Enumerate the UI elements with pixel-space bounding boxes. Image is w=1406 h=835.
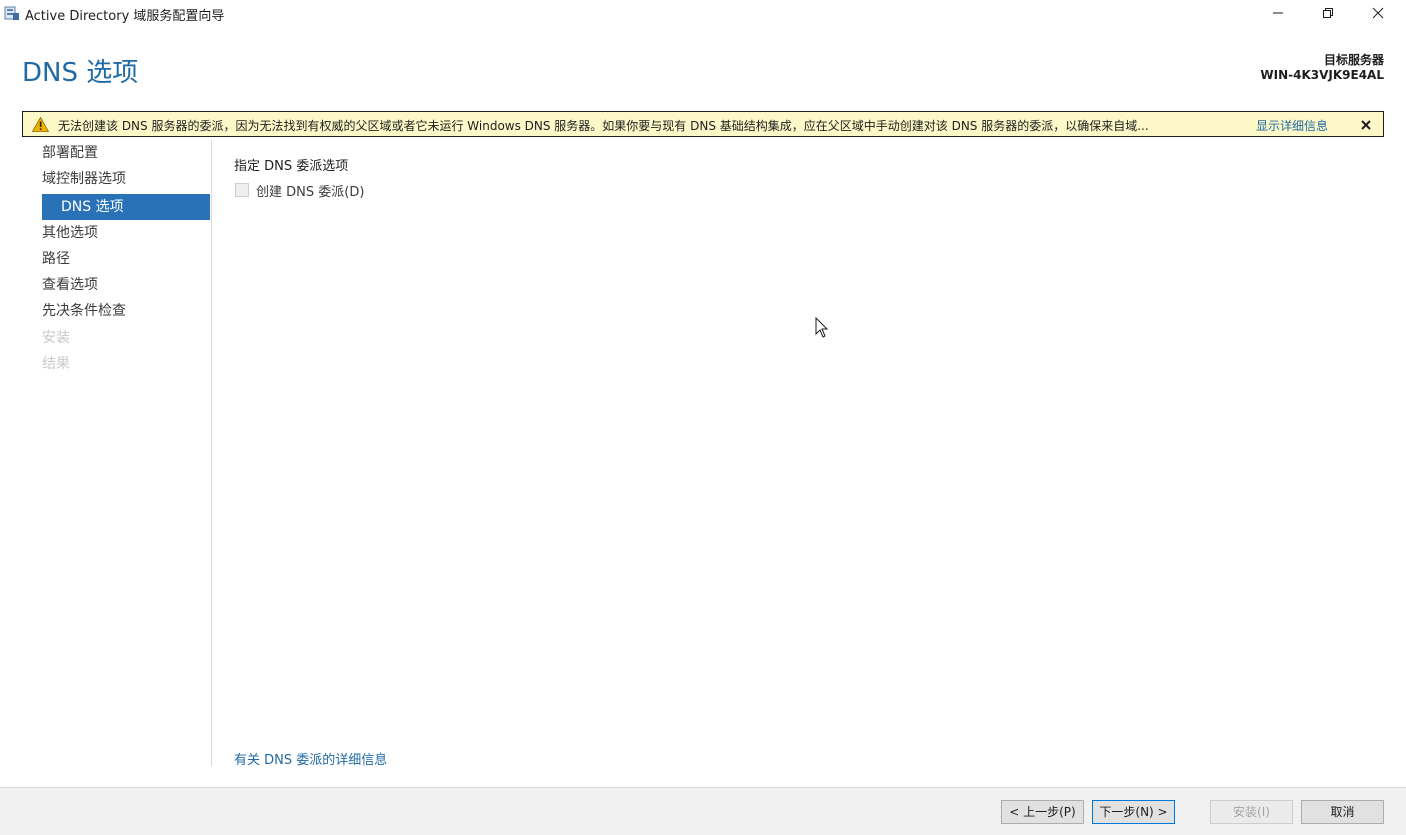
close-icon — [1372, 7, 1384, 19]
nav-item-prerequisites-check[interactable]: 先决条件检查 — [42, 298, 210, 324]
close-window-button[interactable] — [1354, 0, 1402, 26]
next-button[interactable]: 下一步(N) > — [1092, 800, 1175, 824]
dns-delegation-help-link[interactable]: 有关 DNS 委派的详细信息 — [234, 749, 387, 768]
dns-delegation-section-label: 指定 DNS 委派选项 — [234, 159, 349, 174]
minimize-button[interactable] — [1254, 0, 1302, 26]
create-dns-delegation-option: 创建 DNS 委派(D) — [235, 182, 365, 200]
wizard-steps-nav: 部署配置 域控制器选项 DNS 选项 其他选项 路径 查看选项 先决条件检查 安… — [42, 140, 210, 377]
dismiss-warning-icon[interactable] — [1359, 118, 1373, 132]
target-server-label: 目标服务器 — [1323, 53, 1384, 67]
wizard-footer: < 上一步(P) 下一步(N) > 安装(I) 取消 — [0, 787, 1406, 835]
warning-icon — [32, 117, 49, 132]
window-title: Active Directory 域服务配置向导 — [25, 9, 225, 24]
mouse-cursor-icon — [815, 317, 829, 338]
nav-item-review-options[interactable]: 查看选项 — [42, 272, 210, 298]
page-title: DNS 选项 — [22, 58, 139, 88]
warning-text: 无法创建该 DNS 服务器的委派，因为无法找到有权威的父区域或者它未运行 Win… — [58, 119, 1149, 133]
minimize-icon — [1273, 12, 1283, 14]
nav-item-deployment-config[interactable]: 部署配置 — [42, 140, 210, 166]
cancel-button[interactable]: 取消 — [1301, 800, 1384, 824]
target-server-name: WIN-4K3VJK9E4AL — [1260, 68, 1384, 82]
title-bar: Active Directory 域服务配置向导 — [0, 0, 1406, 26]
nav-item-dns-options[interactable]: DNS 选项 — [42, 193, 210, 220]
previous-button[interactable]: < 上一步(P) — [1001, 800, 1084, 824]
show-details-link[interactable]: 显示详细信息 — [1256, 117, 1328, 134]
nav-item-results: 结果 — [42, 356, 70, 373]
restore-button[interactable] — [1304, 0, 1352, 26]
install-button: 安装(I) — [1210, 800, 1293, 824]
warning-banner: 无法创建该 DNS 服务器的委派，因为无法找到有权威的父区域或者它未运行 Win… — [22, 111, 1384, 137]
create-dns-delegation-label: 创建 DNS 委派(D) — [256, 184, 365, 200]
nav-item-installation: 安装 — [42, 329, 70, 346]
nav-item-paths[interactable]: 路径 — [42, 246, 210, 272]
server-app-icon — [4, 6, 19, 20]
nav-item-dc-options[interactable]: 域控制器选项 — [42, 166, 210, 192]
nav-item-additional-options[interactable]: 其他选项 — [42, 220, 210, 246]
restore-icon — [1323, 8, 1333, 18]
nav-divider — [211, 140, 212, 766]
create-dns-delegation-checkbox — [235, 183, 249, 197]
